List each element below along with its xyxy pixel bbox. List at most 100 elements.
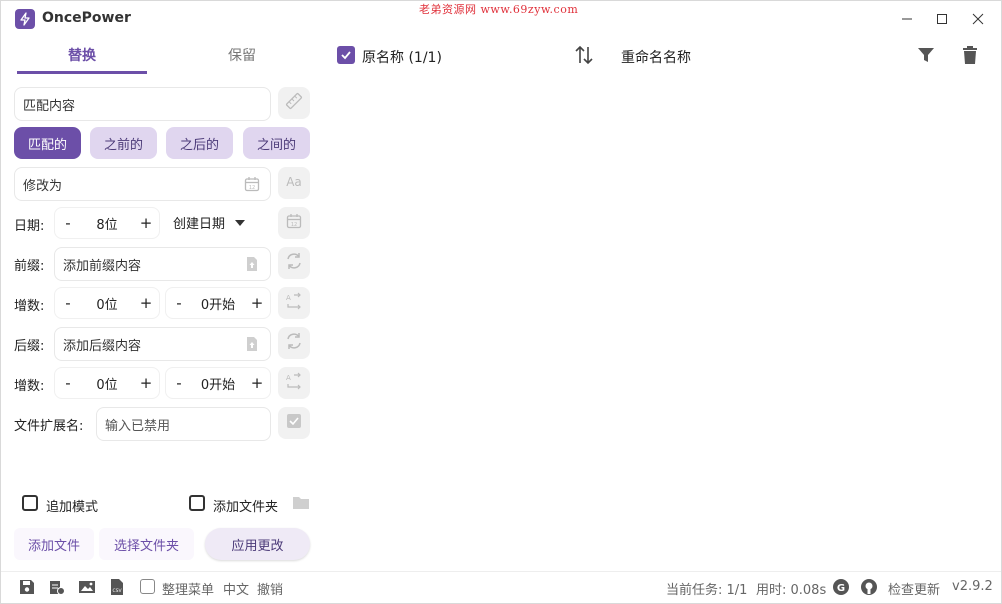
svg-text:12: 12: [249, 185, 255, 191]
tab-keep[interactable]: 保留: [177, 45, 307, 73]
prefix-label: 前缀:: [14, 259, 45, 274]
version-label: v2.9.2: [952, 579, 993, 594]
ruler-button[interactable]: [278, 87, 310, 119]
match-input[interactable]: 匹配内容: [14, 87, 271, 121]
close-button[interactable]: [968, 9, 988, 29]
swap-order-icon: A: [284, 372, 304, 394]
increment-digits-decrement-1[interactable]: -: [61, 294, 75, 312]
language-toggle[interactable]: 中文: [223, 579, 249, 598]
increment-label-1: 增数:: [14, 299, 45, 314]
increment-start-increment-2[interactable]: +: [250, 374, 264, 392]
increment-start-stepper-1[interactable]: - 0开始 +: [165, 287, 271, 319]
mode-matched-button[interactable]: 匹配的: [14, 127, 81, 159]
tab-indicator: [17, 71, 147, 74]
date-decrement-button[interactable]: -: [61, 214, 75, 232]
prefix-input[interactable]: 添加前缀内容: [54, 247, 271, 281]
date-label: 日期:: [14, 219, 45, 234]
original-name-header: 原名称 (1/1): [362, 50, 442, 66]
increment-digits-value-1: 0位: [96, 297, 118, 313]
svg-text:12: 12: [291, 222, 297, 228]
apply-changes-button[interactable]: 应用更改: [205, 528, 310, 560]
calendar-icon: 12: [286, 213, 302, 233]
svg-text:CSV: CSV: [112, 588, 122, 594]
svg-text:Aa: Aa: [286, 175, 302, 189]
increment-digits-stepper-2[interactable]: - 0位 +: [54, 367, 160, 399]
elapsed-time-status: 用时: 0.08s: [756, 583, 827, 598]
increment-swap-button-1[interactable]: A: [278, 287, 310, 319]
increment-start-stepper-2[interactable]: - 0开始 +: [165, 367, 271, 399]
minimize-button[interactable]: [897, 9, 917, 29]
select-folder-button[interactable]: 选择文件夹: [99, 528, 194, 560]
swap-order-icon: A: [284, 292, 304, 314]
extension-toggle-button[interactable]: [278, 407, 310, 439]
increment-swap-button-2[interactable]: A: [278, 367, 310, 399]
add-folder-label: 添加文件夹: [213, 500, 279, 515]
match-input-placeholder: 匹配内容: [23, 98, 76, 114]
date-calendar-button[interactable]: 12: [278, 207, 310, 239]
refresh-icon: [284, 331, 304, 355]
app-title: OncePower: [42, 10, 131, 26]
organize-menu-checkbox[interactable]: [140, 579, 155, 594]
app-logo-icon: [15, 9, 35, 29]
csv-export-icon[interactable]: CSV: [108, 578, 126, 596]
caret-down-icon: [235, 215, 246, 230]
modify-input-placeholder: 修改为: [23, 178, 63, 194]
extension-label: 文件扩展名:: [14, 419, 84, 434]
save-icon[interactable]: [18, 578, 36, 596]
increment-label-2: 增数:: [14, 379, 45, 394]
sort-swap-icon[interactable]: [573, 44, 595, 70]
calendar-icon[interactable]: 12: [244, 176, 260, 192]
file-upload-icon[interactable]: [244, 336, 260, 352]
increment-digits-stepper-1[interactable]: - 0位 +: [54, 287, 160, 319]
gitee-icon[interactable]: G: [832, 578, 850, 596]
check-update-button[interactable]: 检查更新: [888, 579, 940, 598]
increment-start-decrement-2[interactable]: -: [172, 374, 186, 392]
modify-input[interactable]: 修改为 12: [14, 167, 271, 201]
filter-icon[interactable]: [917, 46, 935, 68]
suffix-input[interactable]: 添加后缀内容: [54, 327, 271, 361]
organize-menu-label: 整理菜单: [162, 583, 215, 598]
github-icon[interactable]: [860, 578, 878, 596]
folder-icon[interactable]: [292, 495, 310, 514]
increment-start-decrement-1[interactable]: -: [172, 294, 186, 312]
add-file-button[interactable]: 添加文件: [14, 528, 94, 560]
refresh-icon: [284, 251, 304, 275]
image-icon[interactable]: [78, 578, 96, 596]
renamed-name-header: 重命名名称: [621, 50, 691, 66]
app-window: OncePower 老弟资源网 www.69zyw.com 替换 保留 匹配内容…: [0, 0, 1002, 604]
svg-text:A: A: [286, 374, 291, 382]
date-type-value: 创建日期: [173, 217, 226, 232]
suffix-label: 后缀:: [14, 339, 45, 354]
mode-after-button[interactable]: 之后的: [166, 127, 233, 159]
increment-digits-increment-2[interactable]: +: [139, 374, 153, 392]
select-all-checkbox[interactable]: [337, 46, 355, 64]
ruler-icon: [285, 92, 303, 114]
text-case-icon: Aa: [284, 173, 304, 193]
mode-between-button[interactable]: 之间的: [243, 127, 310, 159]
increment-digits-increment-1[interactable]: +: [139, 294, 153, 312]
mode-before-button[interactable]: 之前的: [90, 127, 157, 159]
date-increment-button[interactable]: +: [139, 214, 153, 232]
log-history-icon[interactable]: [48, 578, 66, 596]
extension-input[interactable]: 输入已禁用: [96, 407, 271, 441]
undo-button[interactable]: 撤销: [257, 579, 283, 598]
tab-replace[interactable]: 替换: [17, 45, 147, 73]
title-bar: OncePower 老弟资源网 www.69zyw.com: [1, 1, 1001, 37]
date-type-select[interactable]: 创建日期: [173, 213, 246, 232]
increment-digits-decrement-2[interactable]: -: [61, 374, 75, 392]
extension-input-placeholder: 输入已禁用: [105, 418, 171, 434]
case-button[interactable]: Aa: [278, 167, 310, 199]
suffix-input-placeholder: 添加后缀内容: [63, 338, 142, 354]
append-mode-checkbox[interactable]: [22, 495, 38, 511]
current-task-status: 当前任务: 1/1: [666, 583, 748, 598]
suffix-refresh-button[interactable]: [278, 327, 310, 359]
date-digits-stepper[interactable]: - 8位 +: [54, 207, 160, 239]
increment-start-increment-1[interactable]: +: [250, 294, 264, 312]
prefix-refresh-button[interactable]: [278, 247, 310, 279]
file-upload-icon[interactable]: [244, 256, 260, 272]
maximize-button[interactable]: [932, 9, 952, 29]
svg-text:A: A: [286, 294, 291, 302]
trash-icon[interactable]: [961, 45, 979, 69]
svg-text:G: G: [837, 583, 845, 594]
add-folder-checkbox[interactable]: [189, 495, 205, 511]
